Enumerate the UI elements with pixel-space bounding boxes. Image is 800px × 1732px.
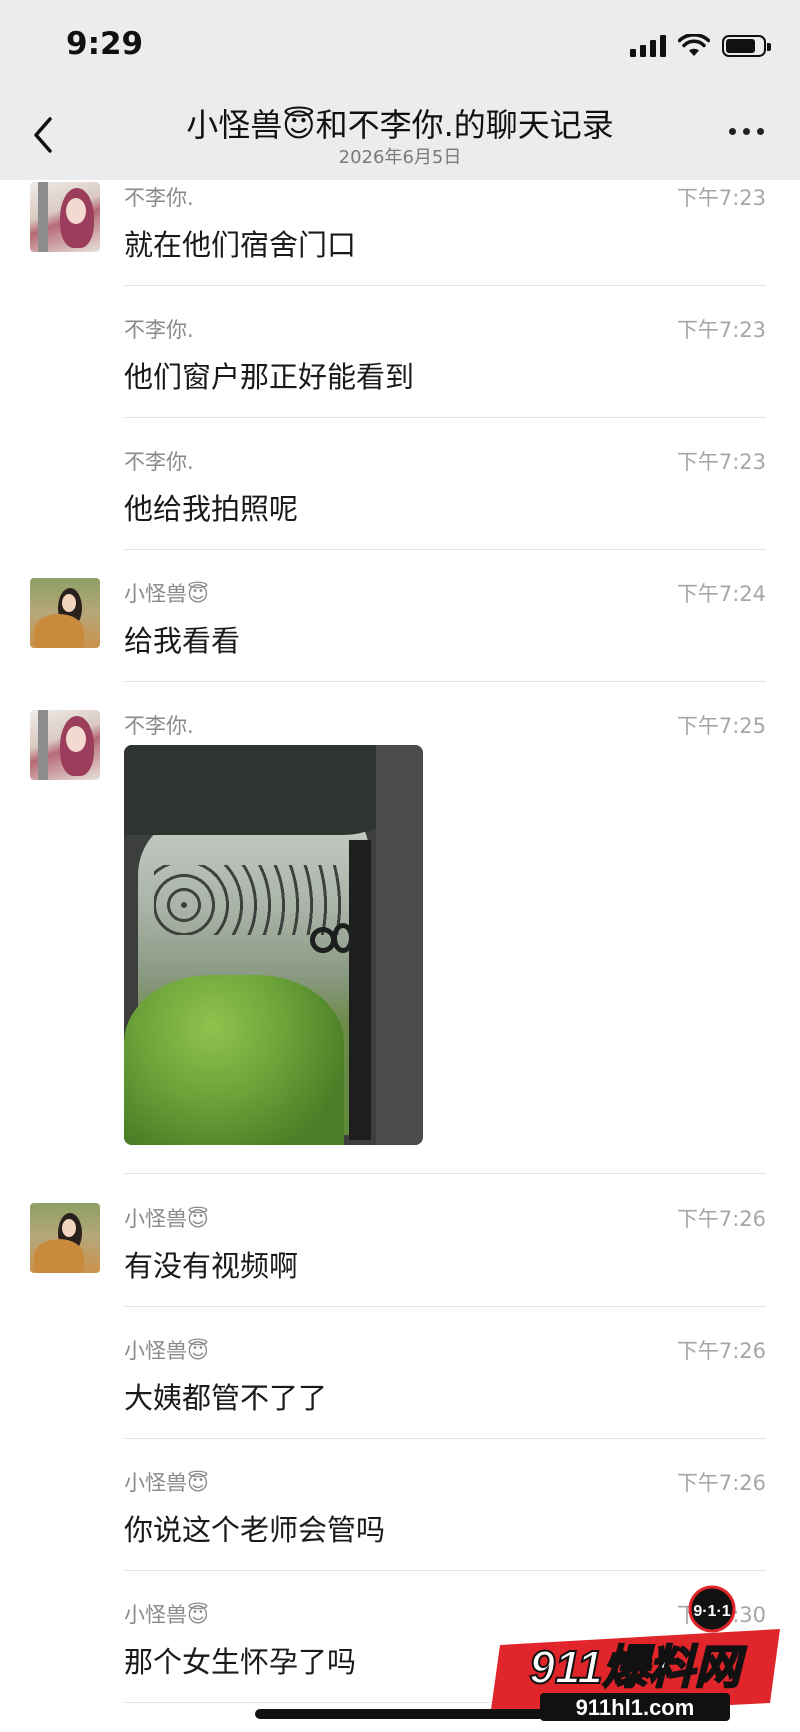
message-divider	[124, 1570, 766, 1571]
message-sender: 不李你.	[124, 450, 194, 474]
message-divider	[124, 1173, 766, 1174]
back-button[interactable]	[26, 112, 60, 158]
message-text[interactable]: 那个女生怀孕了吗	[124, 1639, 356, 1681]
status-icons	[630, 34, 771, 58]
message-divider	[124, 549, 766, 550]
more-options-button[interactable]	[729, 128, 764, 135]
message-photo[interactable]	[124, 745, 423, 1145]
avatar-bulini[interactable]	[30, 710, 100, 780]
wifi-icon	[678, 34, 710, 56]
message-sender: 小怪兽😇	[124, 1339, 209, 1363]
message-time: 下午7:26	[676, 1207, 766, 1231]
message-time: 下午7:23	[676, 450, 766, 474]
message-text[interactable]: 他给我拍照呢	[124, 486, 298, 528]
message-sender: 不李你.	[124, 186, 194, 210]
message-text[interactable]: 有没有视频啊	[124, 1243, 298, 1285]
message-sender: 小怪兽😇	[124, 1471, 209, 1495]
message-time: 下午7:24	[676, 582, 766, 606]
status-time: 9:29	[66, 26, 144, 62]
navigation-header: 9:29 小怪兽😇和不李你.的聊天记录 2026年6月5日	[0, 0, 800, 180]
ellipsis-icon	[729, 128, 736, 135]
message-sender: 不李你.	[124, 714, 194, 738]
home-indicator[interactable]	[255, 1709, 545, 1719]
message-divider	[124, 285, 766, 286]
watermark-url: 911hl1.com	[576, 1695, 695, 1720]
watermark-brand: 911爆料网	[529, 1641, 746, 1693]
message-sender: 不李你.	[124, 318, 194, 342]
message-time: 下午7:25	[676, 714, 766, 738]
message-text[interactable]: 大姨都管不了了	[124, 1375, 327, 1417]
message-divider	[124, 1306, 766, 1307]
watermark-badge: 9·1·1	[693, 1603, 730, 1620]
avatar-xiaoguaishou[interactable]	[30, 1203, 100, 1273]
message-sender: 小怪兽😇	[124, 1207, 209, 1231]
message-text[interactable]: 给我看看	[124, 618, 240, 660]
message-sender: 小怪兽😇	[124, 1603, 209, 1627]
avatar-xiaoguaishou[interactable]	[30, 578, 100, 648]
cellular-signal-icon	[630, 35, 666, 57]
avatar-bulini[interactable]	[30, 182, 100, 252]
message-time: 下午7:23	[676, 318, 766, 342]
message-time: 下午7:26	[676, 1339, 766, 1363]
message-text[interactable]: 就在他们宿舍门口	[124, 222, 356, 264]
chevron-left-icon	[34, 117, 52, 153]
message-time: 下午7:23	[676, 186, 766, 210]
message-text[interactable]: 他们窗户那正好能看到	[124, 354, 414, 396]
battery-icon	[722, 35, 771, 57]
message-divider	[124, 417, 766, 418]
page-subtitle-date: 2026年6月5日	[338, 147, 462, 168]
page-title: 小怪兽😇和不李你.的聊天记录	[186, 106, 614, 144]
message-divider	[124, 1438, 766, 1439]
message-time: 下午7:26	[676, 1471, 766, 1495]
message-divider	[124, 681, 766, 682]
message-sender: 小怪兽😇	[124, 582, 209, 606]
message-text[interactable]: 你说这个老师会管吗	[124, 1507, 385, 1549]
watermark-logo: 9·1·1 911爆料网 911hl1.com	[490, 1585, 780, 1721]
